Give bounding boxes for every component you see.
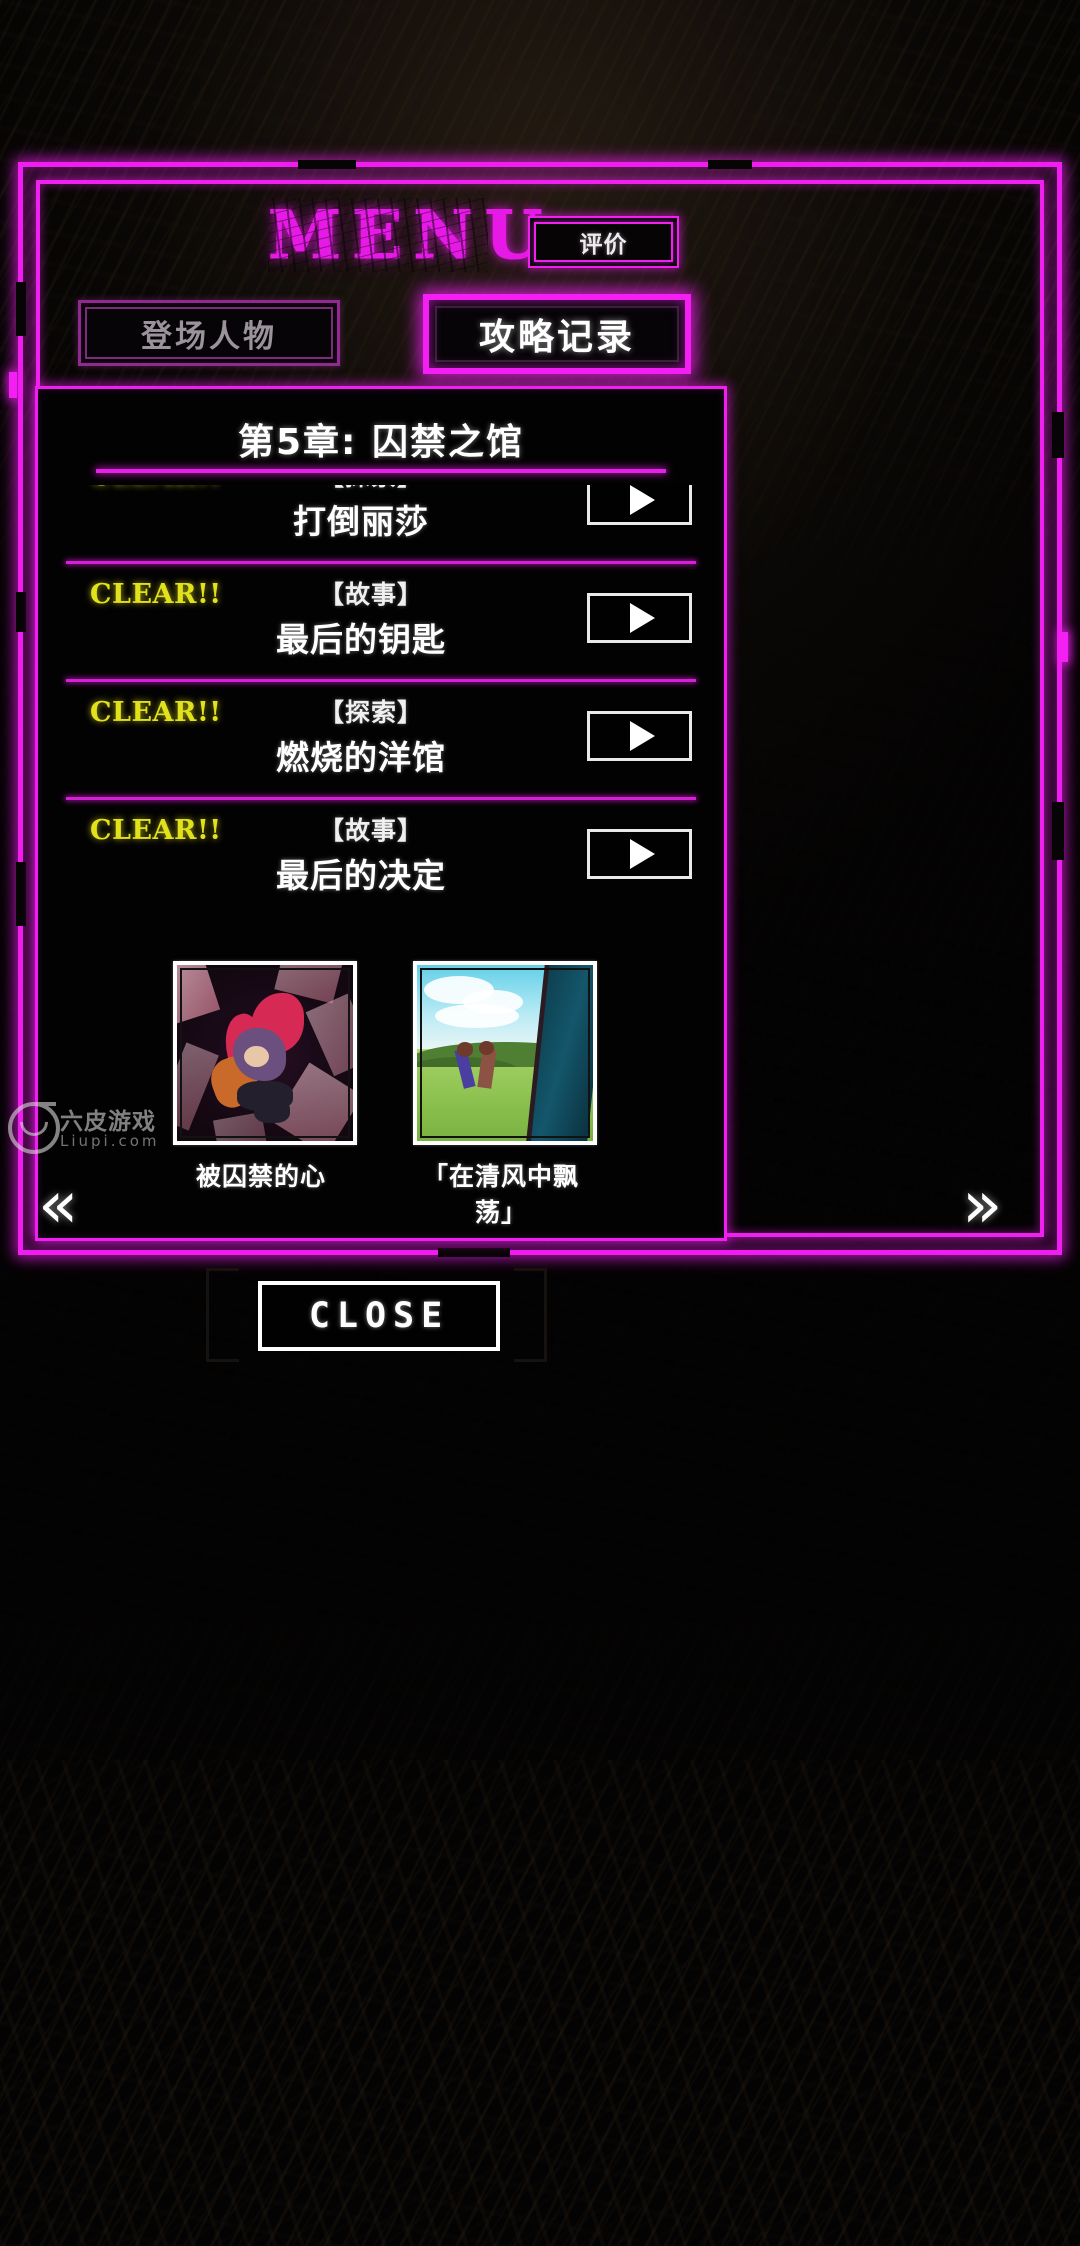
mission-title: 最后的决定 [276,856,446,895]
rating-button-label: 评价 [579,232,628,258]
close-button-label: CLOSE [308,1296,450,1336]
play-icon [629,603,655,633]
frame-chip [438,1248,510,1257]
thumbnail-item[interactable]: 「在清风中飘荡」 [413,961,597,1229]
watermark: 六皮游戏 Liupi.com [8,1094,158,1164]
clear-badge: CLEAR!! [90,579,222,610]
page-title: MENU [268,196,554,274]
row-divider [66,797,696,800]
mission-title: 打倒丽莎 [293,502,429,541]
mission-row[interactable]: CLEAR!!【探索】打倒丽莎 [38,485,724,561]
thumbnail-item[interactable]: 被囚禁的心 [173,961,357,1229]
thumbnail-caption: 被囚禁的心 [195,1162,326,1191]
close-button[interactable]: CLOSE [258,1281,500,1351]
frame-glow-chip [9,372,17,398]
tab-walkthrough-label: 攻略记录 [478,317,635,358]
row-divider [66,561,696,564]
close-decor-right [514,1268,547,1362]
frame-chip [16,592,26,632]
mission-category: 【故事】 [318,816,423,845]
watermark-url: Liupi.com [60,1132,160,1150]
mission-category: 【探索】 [218,485,524,493]
frame-chip [1052,802,1064,860]
mission-row[interactable]: CLEAR!! 【故事】最后的钥匙 [38,561,724,679]
clear-badge: CLEAR!! [90,697,222,728]
play-button[interactable] [587,829,692,879]
play-icon [629,839,655,869]
clear-badge: CLEAR!! [90,815,222,846]
row-divider [66,679,696,682]
mission-category: 【故事】 [318,580,423,609]
mission-title: 最后的钥匙 [276,620,446,659]
mission-title: 燃烧的洋馆 [276,738,446,777]
frame-chip [298,160,356,169]
mission-category: 【探索】 [318,698,423,727]
play-icon [629,485,655,515]
mission-row[interactable]: CLEAR!! 【故事】最后的决定 [38,797,724,915]
play-button[interactable] [587,593,692,643]
next-chapter-icon[interactable]: » [962,1172,1002,1238]
background-pattern-bottom [0,1760,1080,2246]
mission-list[interactable]: CLEAR!!【探索】打倒丽莎CLEAR!!【故事】最后的钥匙CLEAR!!【探… [38,485,724,947]
tab-walkthrough[interactable]: 攻略记录 [423,294,691,374]
frame-chip [16,282,26,336]
chapter-divider [96,469,666,473]
frame-chip [16,862,26,926]
thumbnail-inner-border [420,968,590,1138]
chapter-title: 第5章: 囚禁之馆 [238,422,524,463]
thumbnail-image-captive-heart[interactable] [173,961,357,1145]
thumbnail-image-drifting-breeze[interactable] [413,961,597,1145]
play-button[interactable] [587,485,692,525]
watermark-name: 六皮游戏 [60,1109,156,1135]
close-decor-left [206,1268,239,1362]
prev-chapter-icon[interactable]: « [38,1172,78,1238]
frame-chip [1052,412,1064,458]
thumbnail-inner-border [180,968,350,1138]
rating-button[interactable]: 评价 [528,216,679,268]
watermark-logo-icon [8,1102,60,1154]
thumbnail-caption: 「在清风中飘荡」 [422,1162,579,1227]
play-button[interactable] [587,711,692,761]
clear-badge: CLEAR!! [90,485,222,492]
mission-row[interactable]: CLEAR!! 【探索】燃烧的洋馆 [38,679,724,797]
tab-characters-label: 登场人物 [141,318,277,355]
frame-chip [708,160,752,169]
frame-glow-chip [1060,632,1068,662]
play-icon [629,721,655,751]
tab-characters[interactable]: 登场人物 [78,300,340,366]
